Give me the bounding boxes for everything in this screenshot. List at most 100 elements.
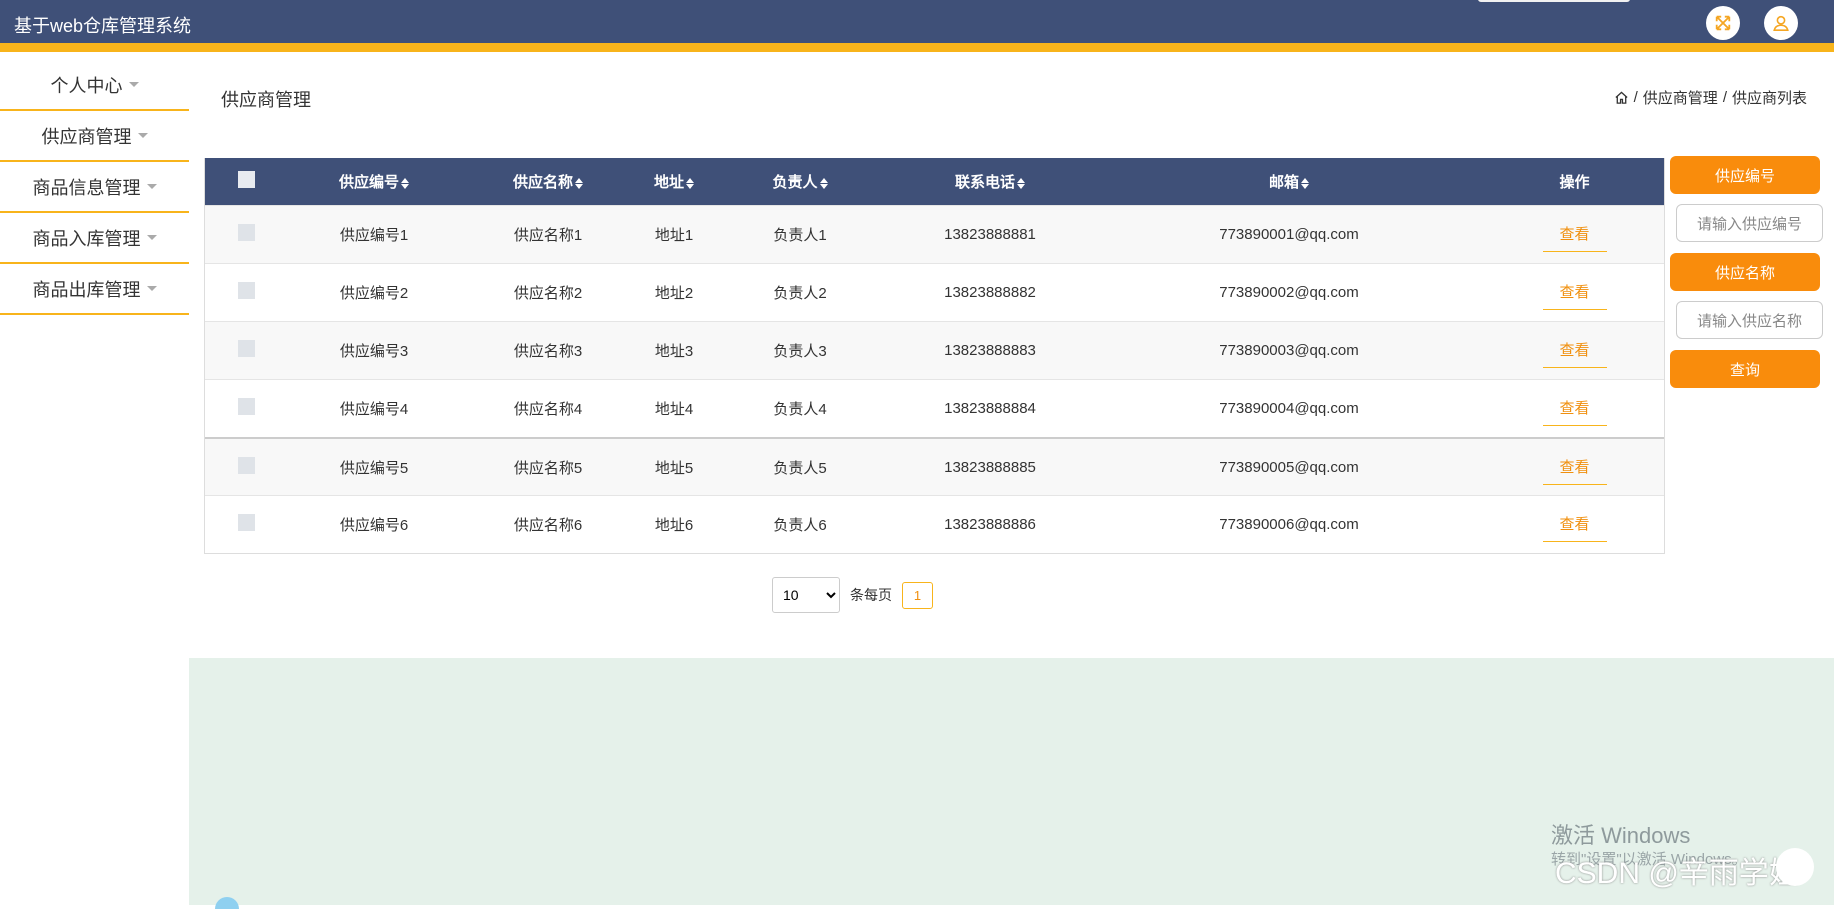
sort-icon: [1017, 177, 1025, 189]
row-checkbox[interactable]: [237, 340, 255, 357]
cell-code: 供应编号1: [339, 227, 409, 244]
pagination: 10 条每页 1: [772, 577, 933, 613]
cell-contact-person: 负责人5: [773, 459, 827, 477]
sidebar-item-stock-out[interactable]: 商品出库管理: [0, 264, 189, 315]
table-row: 供应编号4 供应名称4 地址4 负责人4 13823888884 7738900…: [205, 379, 1664, 437]
cell-phone: 13823888882: [944, 284, 1036, 301]
cell-name: 供应名称2: [513, 285, 583, 302]
view-button[interactable]: 查看: [1542, 217, 1607, 252]
cell-email: 773890001@qq.com: [1219, 226, 1359, 243]
supplier-name-label: 供应名称: [1670, 253, 1820, 291]
fullscreen-button[interactable]: [1706, 6, 1740, 40]
chevron-down-icon: [146, 184, 157, 189]
sidebar-item-supplier-management[interactable]: 供应商管理: [0, 111, 189, 162]
view-button[interactable]: 查看: [1542, 391, 1607, 426]
cell-code: 供应编号2: [339, 285, 409, 302]
cell-contact-person: 负责人2: [773, 285, 827, 302]
cell-address: 地址2: [654, 285, 694, 302]
select-all-cell: [205, 171, 287, 192]
home-icon[interactable]: [1614, 90, 1629, 105]
query-button[interactable]: 查询: [1670, 350, 1820, 388]
cell-phone: 13823888886: [944, 516, 1036, 533]
column-header-contact-person[interactable]: 负责人: [713, 171, 887, 192]
page-title: 供应商管理: [221, 90, 311, 110]
cell-name: 供应名称6: [513, 517, 583, 534]
user-button[interactable]: [1764, 6, 1798, 40]
cell-address: 地址5: [654, 459, 694, 477]
cell-address: 地址1: [654, 227, 694, 244]
cell-name: 供应名称1: [513, 227, 583, 244]
column-header-label: 地址: [653, 174, 684, 191]
row-checkbox[interactable]: [237, 398, 255, 415]
table-row: 供应编号5 供应名称5 地址5 负责人5 13823888885 7738900…: [205, 437, 1664, 495]
cell-phone: 13823888883: [944, 342, 1036, 359]
column-header-label: 负责人: [772, 174, 818, 191]
cell-code: 供应编号3: [339, 343, 409, 360]
per-page-label: 条每页: [850, 587, 892, 603]
csdn-watermark: CSDN @辛雨学姐: [1555, 857, 1799, 890]
cell-contact-person: 负责人3: [773, 343, 827, 360]
breadcrumb-supplier-management[interactable]: 供应商管理: [1643, 87, 1718, 108]
windows-activation-watermark: 激活 Windows: [1551, 823, 1691, 848]
supplier-table: 供应编号 供应名称 地址 负责人 联系电话 邮箱 操作 供应编号1 供应名称1 …: [204, 158, 1665, 554]
sidebar-item-label: 供应商管理: [41, 126, 132, 147]
column-header-label: 联系电话: [954, 174, 1015, 191]
row-checkbox[interactable]: [237, 224, 255, 241]
sidebar-item-label: 个人中心: [50, 75, 123, 96]
sidebar-item-product-info[interactable]: 商品信息管理: [0, 162, 189, 213]
view-button[interactable]: 查看: [1542, 275, 1607, 310]
chevron-down-icon: [146, 235, 157, 240]
cell-name: 供应名称4: [513, 401, 583, 418]
supplier-name-input[interactable]: 请输入供应名称: [1676, 301, 1823, 339]
column-header-name[interactable]: 供应名称: [461, 171, 635, 192]
column-header-address[interactable]: 地址: [635, 171, 713, 192]
table-row: 供应编号6 供应名称6 地址6 负责人6 13823888886 7738900…: [205, 495, 1664, 553]
table-row: 供应编号2 供应名称2 地址2 负责人2 13823888882 7738900…: [205, 263, 1664, 321]
cell-email: 773890005@qq.com: [1219, 458, 1359, 476]
cell-email: 773890003@qq.com: [1219, 342, 1359, 359]
sort-icon: [819, 177, 828, 189]
page-size-select[interactable]: 10: [772, 577, 840, 613]
column-header-label: 供应名称: [512, 174, 573, 191]
sort-icon: [686, 177, 694, 189]
sidebar-item-personal-center[interactable]: 个人中心: [0, 60, 189, 111]
user-icon: [1773, 15, 1789, 32]
select-all-checkbox[interactable]: [237, 171, 255, 188]
cell-name: 供应名称3: [513, 343, 583, 360]
view-button[interactable]: 查看: [1542, 333, 1607, 368]
breadcrumb-separator: /: [1633, 89, 1638, 106]
fullscreen-icon: [1715, 15, 1731, 31]
header-accent-stripe: [0, 43, 1834, 52]
cell-phone: 13823888881: [944, 226, 1036, 243]
view-button[interactable]: 查看: [1542, 507, 1607, 542]
top-scrollbar[interactable]: [1478, 0, 1630, 2]
column-header-actions: 操作: [1559, 174, 1590, 191]
floating-bubble[interactable]: [1776, 848, 1814, 886]
breadcrumb-separator: /: [1722, 89, 1727, 106]
cell-address: 地址4: [654, 401, 694, 418]
column-header-email[interactable]: 邮箱: [1093, 171, 1485, 192]
cell-phone: 13823888884: [944, 400, 1036, 417]
page-number-button[interactable]: 1: [902, 581, 933, 609]
cell-email: 773890002@qq.com: [1219, 284, 1359, 301]
top-bar: 基于web仓库管理系统: [0, 0, 1834, 52]
column-header-phone[interactable]: 联系电话: [887, 171, 1093, 192]
cell-code: 供应编号6: [339, 517, 409, 534]
cell-phone: 13823888885: [944, 458, 1036, 476]
sidebar-item-stock-in[interactable]: 商品入库管理: [0, 213, 189, 264]
sort-icon: [575, 177, 583, 189]
supplier-code-input[interactable]: 请输入供应编号: [1676, 204, 1823, 242]
cell-code: 供应编号4: [339, 401, 409, 418]
chevron-down-icon: [137, 133, 148, 138]
row-checkbox[interactable]: [237, 456, 255, 474]
column-header-code[interactable]: 供应编号: [287, 171, 461, 192]
cell-contact-person: 负责人1: [773, 227, 827, 244]
cell-email: 773890006@qq.com: [1219, 516, 1359, 533]
table-header: 供应编号 供应名称 地址 负责人 联系电话 邮箱 操作: [205, 158, 1664, 205]
breadcrumb-supplier-list: 供应商列表: [1731, 90, 1807, 107]
row-checkbox[interactable]: [237, 282, 255, 299]
chevron-down-icon: [146, 286, 157, 291]
view-button[interactable]: 查看: [1542, 450, 1607, 485]
sidebar: 个人中心 供应商管理 商品信息管理 商品入库管理 商品出库管理: [0, 60, 189, 315]
row-checkbox[interactable]: [237, 514, 255, 531]
